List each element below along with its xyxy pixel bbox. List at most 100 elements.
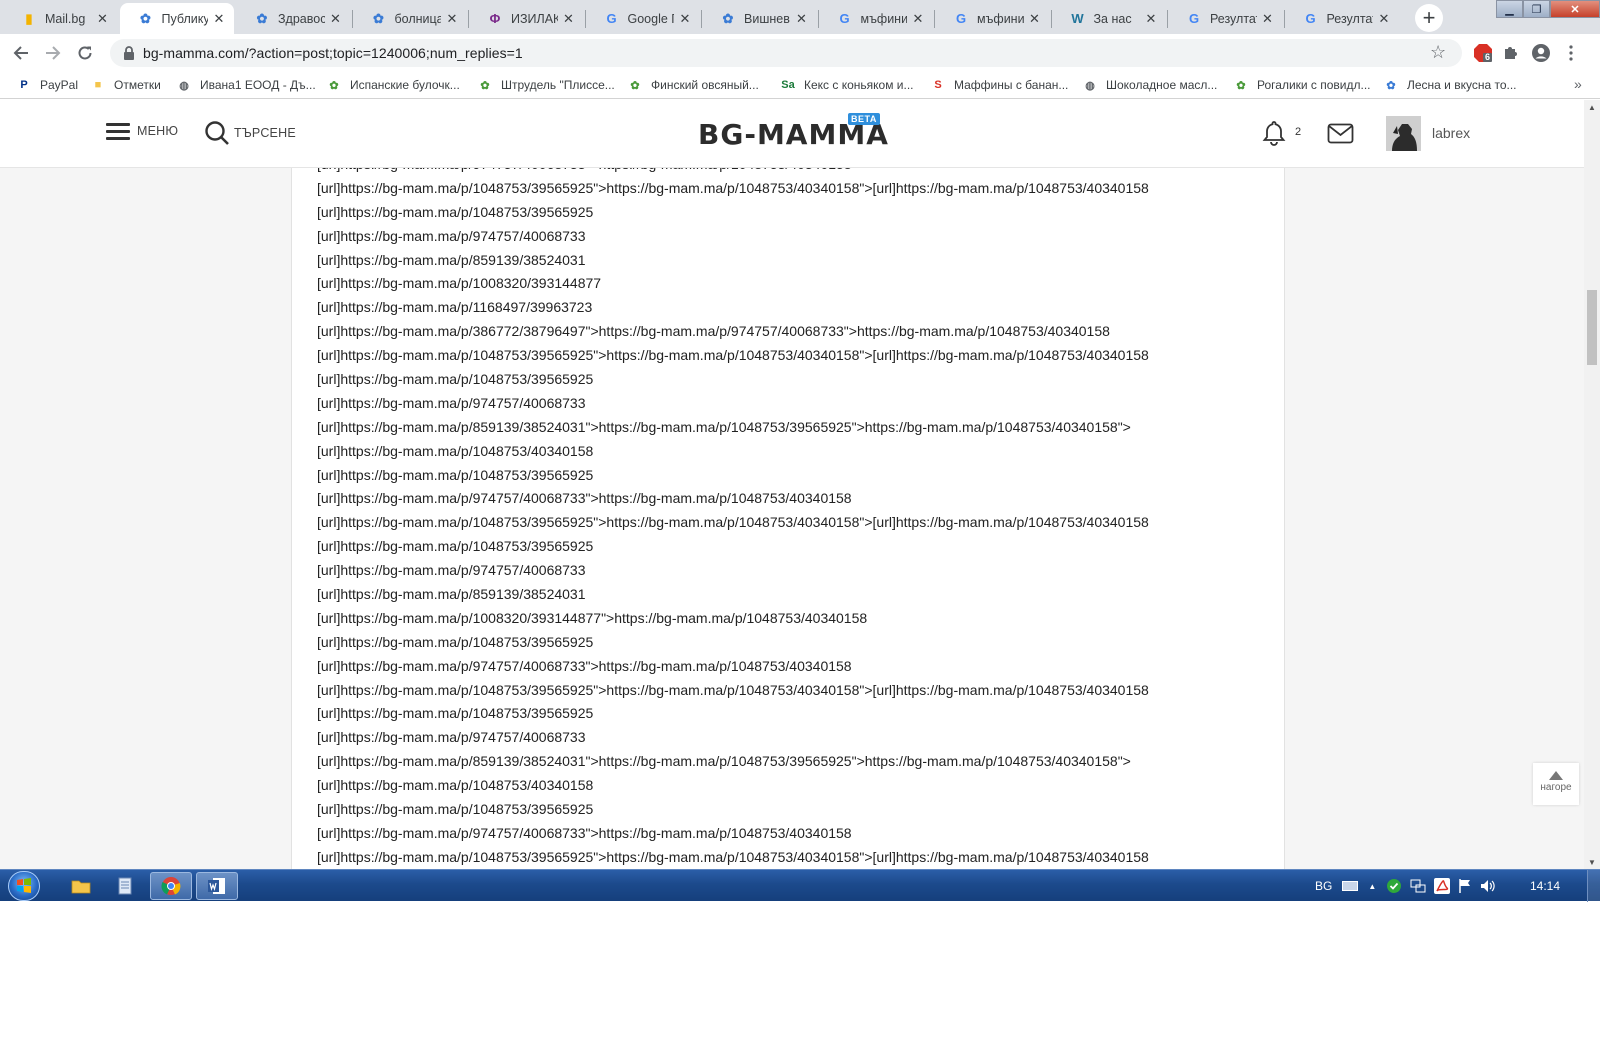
browser-tab[interactable]: W За нас ✕ xyxy=(1052,3,1167,34)
profile-button[interactable] xyxy=(1528,40,1554,66)
taskbar-explorer-button[interactable] xyxy=(60,872,102,900)
bookmark-item[interactable]: P PayPal xyxy=(16,76,86,94)
volume-icon[interactable] xyxy=(1480,878,1496,894)
browser-tab[interactable]: G Google Преводач✕ xyxy=(586,3,701,34)
close-tab-icon[interactable]: ✕ xyxy=(329,11,343,27)
mail-bg-icon: ▮ xyxy=(25,10,33,26)
chrome-menu-button[interactable] xyxy=(1558,40,1584,66)
scroll-up-arrow-icon[interactable]: ▲ xyxy=(1588,103,1596,112)
search-icon xyxy=(205,121,229,145)
post-text-line: [url]https://bg-mam.ma/p/859139/38524031… xyxy=(317,418,1131,435)
menu-button[interactable]: МЕНЮ xyxy=(106,121,178,141)
kebab-menu-icon xyxy=(1569,45,1573,61)
window-controls: ▁ ❐ ✕ xyxy=(1496,0,1600,18)
windows-taskbar: BG ▲ 14:14 xyxy=(0,869,1600,902)
taskbar-notepad-button[interactable] xyxy=(104,872,146,900)
page-scrollbar[interactable] xyxy=(1584,100,1600,869)
minimize-button[interactable]: ▁ xyxy=(1496,0,1523,18)
post-text-line: [url]https://bg-mam.ma/p/1008320/3931448… xyxy=(317,609,868,626)
browser-tab[interactable]: ✿ болница ✕ xyxy=(353,3,468,34)
keyboard-icon[interactable] xyxy=(1342,880,1359,892)
show-desktop-button[interactable] xyxy=(1587,870,1600,902)
shield-check-icon[interactable] xyxy=(1386,878,1402,894)
bookmark-item[interactable]: ✿ Испанские булочк... xyxy=(326,76,472,94)
close-tab-icon[interactable]: ✕ xyxy=(212,11,226,27)
screen: ▮Mail.bg✕✿Публикуване✕✿Здравословни✕✿бол… xyxy=(0,0,1600,1060)
close-tab-icon[interactable]: ✕ xyxy=(911,11,925,27)
close-tab-icon[interactable]: ✕ xyxy=(1144,11,1158,27)
bookmark-item[interactable]: ◍ Ивана1 ЕООД - Дъ... xyxy=(176,76,321,94)
search-button[interactable]: ТЪРСЕНЕ xyxy=(204,120,296,146)
bookmark-label: Рогалики с повидл... xyxy=(1257,78,1371,92)
reload-button[interactable] xyxy=(72,40,98,66)
username[interactable]: labrex xyxy=(1432,125,1470,141)
bookmark-item[interactable]: Sa Кекс с коньяком и... xyxy=(780,76,925,94)
document-icon xyxy=(118,877,132,895)
browser-tab[interactable]: GРезултати✕ xyxy=(1168,3,1283,34)
language-indicator[interactable]: BG xyxy=(1315,879,1332,893)
start-button[interactable] xyxy=(8,871,40,901)
tab-title: Здравословни xyxy=(278,11,325,26)
post-text-line: [url]https://bg-mam.ma/p/974757/40068733… xyxy=(317,490,852,507)
bookmark-item[interactable]: S Маффины с банан... xyxy=(930,76,1078,94)
close-tab-icon[interactable]: ✕ xyxy=(562,11,576,27)
post-text-line: [url]https://bg-mam.ma/p/1008320/3931448… xyxy=(317,275,602,292)
browser-tab[interactable]: Φ ИЗИЛАКС ✕ xyxy=(469,3,584,34)
back-button[interactable] xyxy=(8,40,34,66)
browser-tab[interactable]: ✿ Вишнев пай ✕ xyxy=(702,3,817,34)
back-to-top-button[interactable]: нагоре xyxy=(1533,763,1579,805)
extension-adblock-button[interactable]: 6 xyxy=(1470,40,1496,66)
scrollbar-thumb[interactable] xyxy=(1587,290,1597,365)
scroll-down-arrow-icon[interactable]: ▼ xyxy=(1588,858,1596,867)
close-tab-icon[interactable]: ✕ xyxy=(1028,11,1042,27)
globe-icon: ◍ xyxy=(1085,79,1095,92)
close-window-button[interactable]: ✕ xyxy=(1550,0,1600,18)
bookmark-item[interactable]: ✿ Рогалики с повидл... xyxy=(1233,76,1378,94)
browser-tab[interactable]: Gмъфини а ✕ xyxy=(935,3,1050,34)
tab-title: За нас xyxy=(1093,11,1132,26)
avatar[interactable] xyxy=(1386,116,1421,151)
forward-button[interactable] xyxy=(40,40,66,66)
bg-mamma-logo[interactable]: BG-MAMMA BETA xyxy=(698,113,889,152)
browser-tab[interactable]: ✿ Здравословни ✕ xyxy=(236,3,351,34)
bookmarks-overflow-button[interactable]: » xyxy=(1574,76,1582,92)
close-tab-icon[interactable]: ✕ xyxy=(795,11,809,27)
taskbar-chrome-button[interactable] xyxy=(150,872,192,900)
extensions-button[interactable] xyxy=(1498,40,1524,66)
taskbar-word-button[interactable] xyxy=(196,872,238,900)
network-icon[interactable] xyxy=(1410,878,1426,894)
bookmark-item[interactable]: ✿ Штрудель "Плиссе... xyxy=(477,76,622,94)
browser-tab[interactable]: Gмъфини с✕ xyxy=(819,3,934,34)
browser-tab[interactable]: ✿ Публикуване✕ xyxy=(119,3,234,34)
address-bar[interactable]: bg-mamma.com/?action=post;topic=1240006;… xyxy=(110,39,1462,67)
browser-tab[interactable]: GРезултати✕ xyxy=(1285,3,1400,34)
messages-button[interactable] xyxy=(1327,123,1354,149)
tab-separator xyxy=(351,10,353,28)
close-tab-icon[interactable]: ✕ xyxy=(1377,11,1391,27)
close-tab-icon[interactable]: ✕ xyxy=(445,11,459,27)
new-tab-button[interactable]: + xyxy=(1415,4,1443,32)
close-tab-icon[interactable]: ✕ xyxy=(96,11,110,27)
envelope-icon xyxy=(1327,123,1354,144)
hamburger-icon xyxy=(106,121,130,141)
flag-icon[interactable] xyxy=(1458,878,1472,894)
bookmark-item[interactable]: ■ Отметки xyxy=(90,76,170,94)
close-tab-icon[interactable]: ✕ xyxy=(678,11,692,27)
tray-expand-icon[interactable]: ▲ xyxy=(1368,882,1376,891)
close-tab-icon[interactable]: ✕ xyxy=(1261,11,1275,27)
maximize-button[interactable]: ❐ xyxy=(1523,0,1550,18)
bookmark-item[interactable]: ✿ Финский овсяный... xyxy=(627,76,775,94)
bookmark-star-icon[interactable]: ☆ xyxy=(1430,42,1446,63)
browser-tab[interactable]: ▮ Mail.bg ✕ xyxy=(3,3,118,34)
tab-title: Резултати xyxy=(1326,11,1374,26)
notifications-button[interactable] xyxy=(1262,120,1286,151)
taskbar-clock[interactable]: 14:14 xyxy=(1530,879,1560,893)
bookmark-item[interactable]: ◍ Шоколадное масл... xyxy=(1082,76,1228,94)
acrobat-icon[interactable] xyxy=(1434,878,1451,894)
bookmark-item[interactable]: ✿ Лесна и вкусна то... xyxy=(1383,76,1533,94)
tab-title: мъфини а xyxy=(977,11,1024,26)
post-text-line: [url]https://bg-mam.ma/p/1048753/3956592… xyxy=(317,347,1149,364)
tab-separator xyxy=(817,10,819,28)
dog-avatar-icon xyxy=(1386,116,1421,151)
beta-badge: BETA xyxy=(848,113,880,125)
